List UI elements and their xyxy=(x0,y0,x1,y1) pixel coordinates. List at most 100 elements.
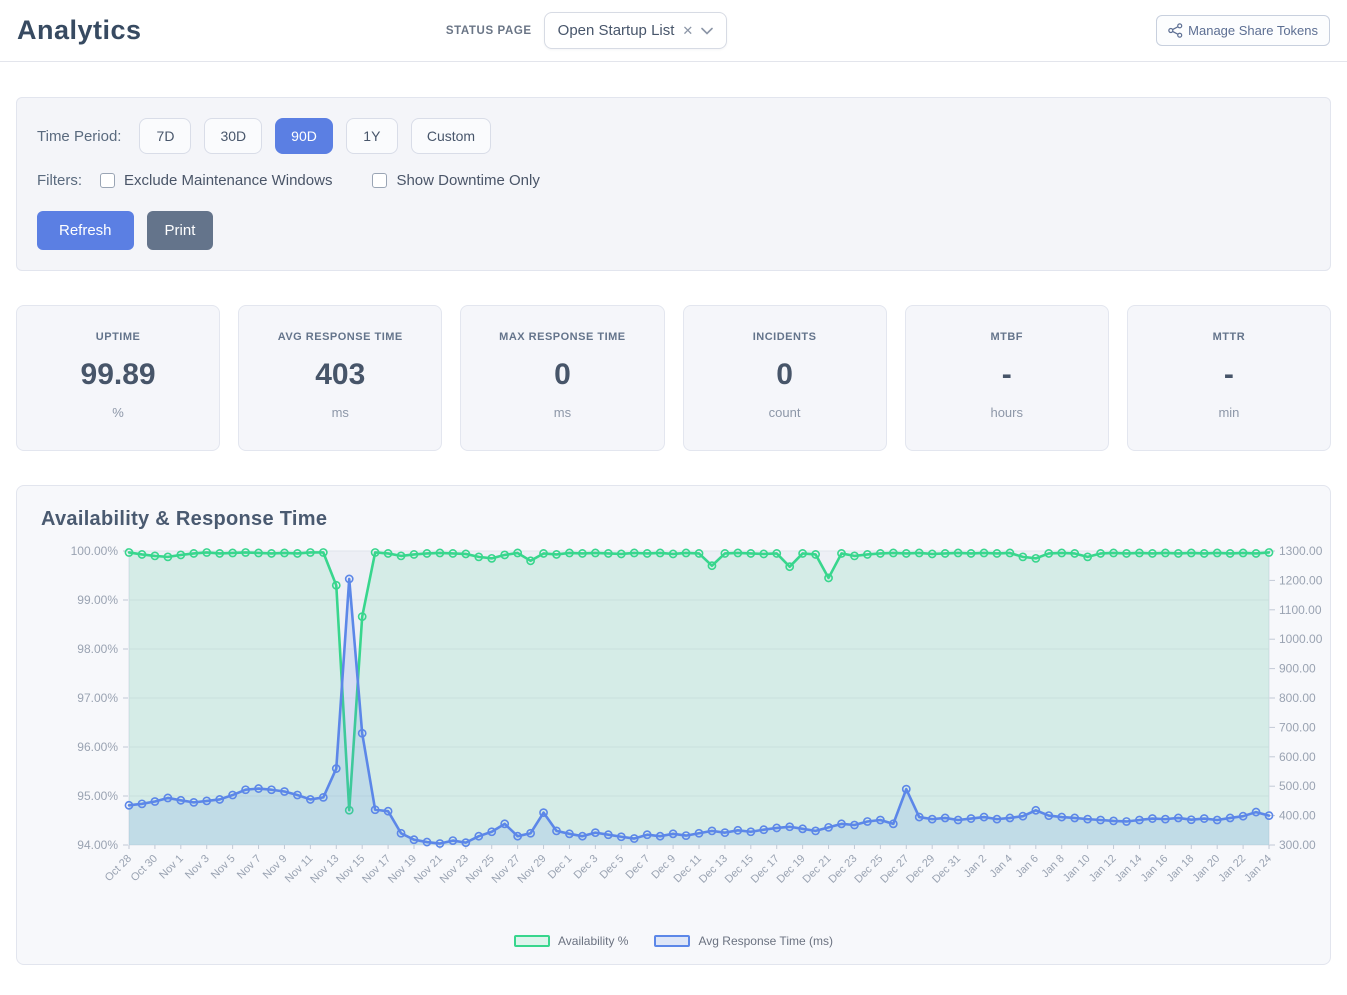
stat-card-incidents: INCIDENTS0count xyxy=(683,305,887,451)
checkbox-icon[interactable] xyxy=(372,173,387,188)
svg-text:500.00: 500.00 xyxy=(1279,779,1316,793)
chart-legend: Availability % Avg Response Time (ms) xyxy=(41,934,1306,948)
checkbox-icon[interactable] xyxy=(100,173,115,188)
svg-text:98.00%: 98.00% xyxy=(77,642,118,656)
stat-value: 0 xyxy=(690,358,880,392)
svg-text:Nov 29: Nov 29 xyxy=(516,853,549,886)
svg-text:Jan 16: Jan 16 xyxy=(1139,853,1171,885)
svg-text:Oct 30: Oct 30 xyxy=(129,853,160,884)
svg-text:Dec 31: Dec 31 xyxy=(930,853,963,886)
time-period-buttons: 7D 30D 90D 1Y Custom xyxy=(139,118,491,154)
time-period-90d-button[interactable]: 90D xyxy=(275,118,333,154)
legend-label: Avg Response Time (ms) xyxy=(698,934,833,948)
chevron-down-icon xyxy=(701,27,713,35)
filter-checkbox-exclude-maintenance-windows[interactable]: Exclude Maintenance Windows xyxy=(100,172,332,189)
svg-text:Jan 20: Jan 20 xyxy=(1190,853,1222,885)
svg-text:400.00: 400.00 xyxy=(1279,809,1316,823)
legend-item[interactable]: Availability % xyxy=(514,934,628,948)
svg-text:Jan 22: Jan 22 xyxy=(1216,853,1248,885)
svg-text:95.00%: 95.00% xyxy=(77,789,118,803)
svg-text:Jan 18: Jan 18 xyxy=(1165,853,1197,885)
legend-item[interactable]: Avg Response Time (ms) xyxy=(654,934,833,948)
chart-card: Availability & Response Time 94.00% 95.00… xyxy=(16,485,1331,965)
manage-share-tokens-label: Manage Share Tokens xyxy=(1188,23,1318,38)
svg-text:96.00%: 96.00% xyxy=(77,740,118,754)
svg-text:Oct 28: Oct 28 xyxy=(103,853,134,884)
stat-label: INCIDENTS xyxy=(690,331,880,343)
time-period-7d-button[interactable]: 7D xyxy=(139,118,191,154)
status-page-selected-value: Open Startup List xyxy=(558,22,675,39)
time-period-label: Time Period: xyxy=(37,128,121,145)
svg-text:97.00%: 97.00% xyxy=(77,691,118,705)
svg-text:Jan 14: Jan 14 xyxy=(1113,853,1145,885)
svg-text:900.00: 900.00 xyxy=(1279,662,1316,676)
svg-text:Dec 5: Dec 5 xyxy=(598,853,627,882)
time-period-30d-button[interactable]: 30D xyxy=(204,118,262,154)
svg-text:Jan 2: Jan 2 xyxy=(962,853,990,881)
time-period-1y-button[interactable]: 1Y xyxy=(346,118,398,154)
stat-card-avg-response-time: AVG RESPONSE TIME 403 ms xyxy=(238,305,442,451)
refresh-button[interactable]: Refresh xyxy=(37,211,134,250)
svg-text:94.00%: 94.00% xyxy=(77,838,118,852)
svg-text:Jan 24: Jan 24 xyxy=(1242,853,1274,885)
checkbox-label: Exclude Maintenance Windows xyxy=(124,172,332,189)
svg-text:700.00: 700.00 xyxy=(1279,720,1316,734)
svg-text:Nov 3: Nov 3 xyxy=(183,853,212,882)
svg-text:Jan 12: Jan 12 xyxy=(1087,853,1119,885)
stat-unit: % xyxy=(23,405,213,420)
print-button[interactable]: Print xyxy=(147,211,214,250)
svg-text:Dec 1: Dec 1 xyxy=(546,853,575,882)
stat-unit: hours xyxy=(912,405,1102,420)
svg-text:800.00: 800.00 xyxy=(1279,691,1316,705)
svg-text:Nov 5: Nov 5 xyxy=(209,853,238,882)
actions-row: Refresh Print xyxy=(37,211,1310,250)
svg-text:1300.00: 1300.00 xyxy=(1279,544,1323,558)
svg-text:Jan 4: Jan 4 xyxy=(988,853,1016,881)
svg-text:Nov 7: Nov 7 xyxy=(235,853,264,882)
filter-checkbox-show-downtime-only[interactable]: Show Downtime Only xyxy=(372,172,539,189)
stat-label: UPTIME xyxy=(23,331,213,343)
stat-label: MTTR xyxy=(1134,331,1324,343)
share-icon xyxy=(1168,23,1183,38)
availability-response-chart[interactable]: 94.00% 95.00% 96.00% 97.00% 98.00% 99.00% 100.… xyxy=(41,541,1325,927)
svg-text:1200.00: 1200.00 xyxy=(1279,573,1323,587)
svg-text:Jan 10: Jan 10 xyxy=(1061,853,1093,885)
stat-card-mtbf: MTBF - hours xyxy=(905,305,1109,451)
time-period-custom-button[interactable]: Custom xyxy=(411,118,491,154)
stat-value: 0 xyxy=(467,358,657,392)
filter-panel: Time Period: 7D 30D 90D 1Y Custom Filters: E… xyxy=(16,97,1331,271)
svg-text:1100.00: 1100.00 xyxy=(1279,603,1322,617)
stat-unit: ms xyxy=(467,405,657,420)
status-page-select[interactable]: Open Startup List ✕ xyxy=(544,12,728,49)
clear-selection-icon[interactable]: ✕ xyxy=(682,23,693,39)
stat-label: MTBF xyxy=(912,331,1102,343)
stat-unit: ms xyxy=(245,405,435,420)
stat-label: MAX RESPONSE TIME xyxy=(467,331,657,343)
legend-label: Availability % xyxy=(558,934,628,948)
stat-card-max-response-time: MAX RESPONSE TIME 0 ms xyxy=(460,305,664,451)
manage-share-tokens-button[interactable]: Manage Share Tokens xyxy=(1156,15,1330,46)
legend-swatch-icon xyxy=(514,935,550,947)
status-page-group: STATUS PAGE Open Startup List ✕ xyxy=(446,12,727,49)
stat-card-uptime: UPTIME99.89% xyxy=(16,305,220,451)
svg-text:Dec 3: Dec 3 xyxy=(572,853,601,882)
status-page-label: STATUS PAGE xyxy=(446,25,532,37)
svg-text:99.00%: 99.00% xyxy=(77,593,118,607)
header: Analytics STATUS PAGE Open Startup List … xyxy=(0,0,1347,62)
filters-label: Filters: xyxy=(37,172,82,189)
stat-card-mttr: MTTR - min xyxy=(1127,305,1331,451)
stat-value: 403 xyxy=(245,358,435,392)
time-period-row: Time Period: 7D 30D 90D 1Y Custom xyxy=(37,118,1310,154)
svg-text:100.00%: 100.00% xyxy=(71,544,119,558)
svg-text:1000.00: 1000.00 xyxy=(1279,632,1323,646)
stat-label: AVG RESPONSE TIME xyxy=(245,331,435,343)
svg-text:600.00: 600.00 xyxy=(1279,750,1316,764)
filters-row: Filters: Exclude Maintenance Windows Show… xyxy=(37,172,1310,189)
filter-checkboxes: Exclude Maintenance Windows Show Downtime… xyxy=(100,172,580,189)
chart-title: Availability & Response Time xyxy=(41,508,1306,531)
stat-value: - xyxy=(912,358,1102,392)
svg-text:Dec 7: Dec 7 xyxy=(623,853,652,882)
stat-unit: min xyxy=(1134,405,1324,420)
stat-value: - xyxy=(1134,358,1324,392)
legend-swatch-icon xyxy=(654,935,690,947)
